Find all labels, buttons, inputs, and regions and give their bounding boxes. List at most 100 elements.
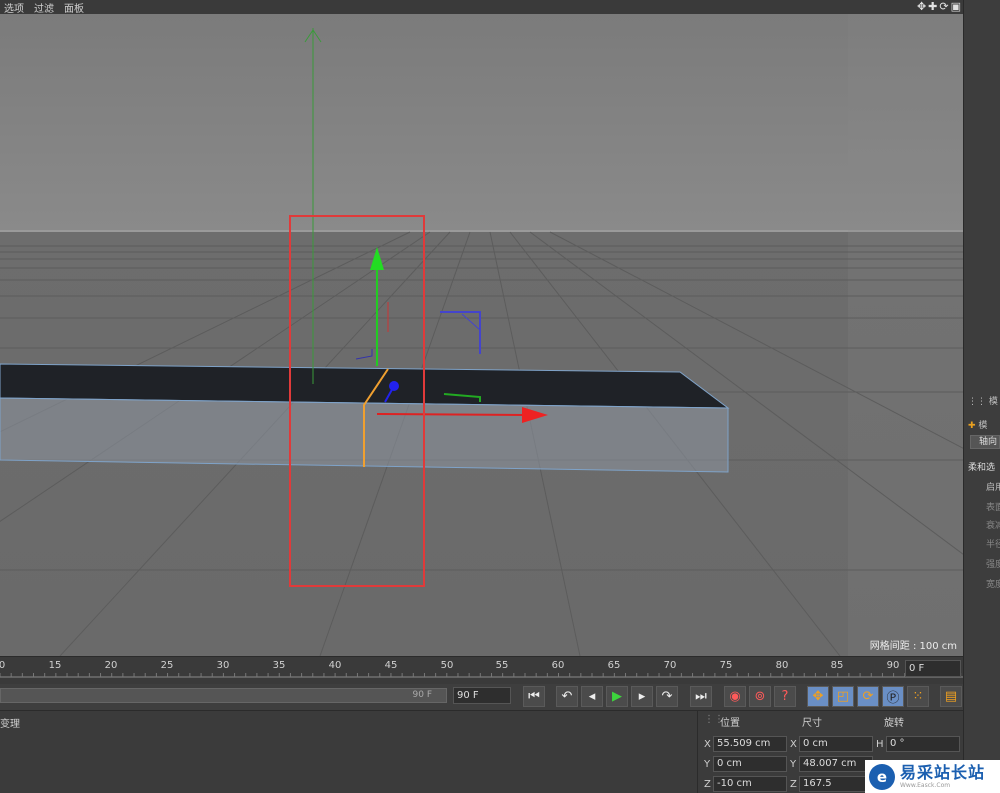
position-y-field[interactable]: 0 cm (713, 756, 787, 772)
3d-viewport[interactable]: 网格间距 : 100 cm (0, 14, 963, 656)
timeline-ticks (0, 673, 963, 678)
current-frame-field[interactable]: 0 F (905, 660, 961, 677)
rotation-key-button[interactable]: ⟳ (857, 686, 879, 707)
viewport-sky (0, 14, 963, 232)
viewport-menubar: 选项 过滤 面板 ✥ ✚ ⟳ ▣ (0, 0, 963, 15)
falloff-label: 衰减 (986, 521, 1000, 531)
viewport-scene (0, 14, 963, 656)
tick-40: 40 (328, 660, 342, 671)
points-icon: ⁙ (912, 689, 924, 704)
panel-mode-item[interactable]: ✚ 模 (968, 418, 1000, 431)
tick-65: 65 (607, 660, 621, 671)
enable-label: 启用 (986, 483, 1000, 493)
tick-20: 20 (104, 660, 118, 671)
autokey-icon: ⊚ (754, 689, 766, 704)
timeline-ruler[interactable]: 0 15 20 25 30 35 40 45 50 55 60 65 70 75… (0, 656, 963, 684)
keyframe-selection-button[interactable]: ? (774, 686, 796, 707)
position-z-field[interactable]: -10 cm (713, 776, 787, 792)
viewport-right-shade (848, 14, 963, 656)
pos-x-label: X (704, 739, 711, 750)
rotation-h-field[interactable]: 0 ° (886, 736, 960, 752)
menu-options[interactable]: 选项 (4, 0, 24, 15)
tick-50: 50 (440, 660, 454, 671)
watermark-logo-icon: e (869, 763, 895, 790)
tick-35: 35 (272, 660, 286, 671)
position-header: 位置 (720, 718, 740, 729)
next-frame-icon: ▸ (638, 689, 646, 704)
rotate-icon: ⟳ (862, 689, 874, 704)
point-level-button[interactable]: ⁙ (907, 686, 929, 707)
soft-selection-tab[interactable]: 柔和选 (968, 460, 1000, 473)
scale-icon: ◰ (836, 689, 850, 704)
tick-25: 25 (160, 660, 174, 671)
tick-30: 30 (216, 660, 230, 671)
end-frame-field[interactable]: 90 F (453, 687, 511, 704)
tick-0: 0 (0, 660, 6, 671)
go-to-start-icon: ⏮ (528, 689, 540, 704)
axis-button[interactable]: 轴向 (970, 435, 1000, 449)
pos-y-label: Y (704, 759, 711, 770)
strength-label: 强度 (986, 560, 1000, 570)
material-panel: 变理 (0, 710, 697, 793)
panel-grip-icon: ⋮⋮ 模 (968, 397, 998, 407)
play-button[interactable]: ▶ (606, 686, 628, 707)
position-x-field[interactable]: 55.509 cm (713, 736, 787, 752)
play-icon: ▶ (612, 689, 622, 704)
tick-75: 75 (719, 660, 733, 671)
move-view-icon[interactable]: ✥ (917, 0, 926, 13)
tick-55: 55 (495, 660, 509, 671)
tick-90: 90 (886, 660, 900, 671)
move-icon: ✥ (812, 689, 824, 704)
size-y-field[interactable]: 48.007 cm (799, 756, 873, 772)
size-x-label: X (790, 739, 797, 750)
record-keys-button[interactable]: ◉ (724, 686, 746, 707)
menu-panel[interactable]: 面板 (64, 0, 84, 15)
prev-key-button[interactable]: ↶ (556, 686, 578, 707)
size-x-field[interactable]: 0 cm (799, 736, 873, 752)
dolly-view-icon[interactable]: ✚ (928, 0, 937, 13)
next-frame-button[interactable]: ▸ (631, 686, 653, 707)
preview-range-slider[interactable]: 90 F (0, 688, 447, 703)
attribute-panel: ⋮⋮ 模 ✚ 模 轴向 柔和选 启用 表面 衰减 半径 强度 宽度 (963, 0, 1000, 793)
parameter-key-button[interactable]: Ⓟ (882, 686, 904, 707)
next-key-icon: ↷ (661, 689, 673, 704)
rotate-view-icon[interactable]: ⟳ (939, 0, 948, 13)
width-label: 宽度 (986, 580, 1000, 590)
rot-h-label: H (876, 739, 884, 750)
question-icon: ? (781, 689, 789, 704)
parameter-icon: Ⓟ (886, 691, 900, 706)
timeline-window-button[interactable]: ▤ (940, 686, 962, 707)
record-icon: ◉ (729, 689, 741, 704)
rotation-header: 旋转 (884, 718, 904, 729)
scale-key-button[interactable]: ◰ (832, 686, 854, 707)
go-to-end-button[interactable]: ⏭ (690, 686, 712, 707)
tick-15: 15 (48, 660, 62, 671)
size-y-label: Y (790, 759, 797, 770)
size-z-label: Z (790, 779, 797, 790)
viewport-nav-icons: ✥ ✚ ⟳ ▣ (917, 0, 961, 13)
site-watermark: e 易采站长站 Www.Easck.Com (865, 760, 1000, 793)
watermark-url: Www.Easck.Com (900, 782, 951, 789)
gizmo-x-axis (376, 413, 526, 416)
tick-45: 45 (384, 660, 398, 671)
material-tab-label[interactable]: 变理 (0, 715, 20, 730)
film-icon: ▤ (944, 689, 958, 704)
transport-bar: 90 F 90 F ⏮ ↶ ◂ ▶ ▸ ↷ ⏭ ◉ ⊚ ? ✥ ◰ ⟳ Ⓟ ⁙ … (0, 684, 963, 710)
size-header: 尺寸 (802, 718, 822, 729)
surface-label: 表面 (986, 503, 1000, 513)
position-key-button[interactable]: ✥ (807, 686, 829, 707)
tick-60: 60 (551, 660, 565, 671)
tick-80: 80 (775, 660, 789, 671)
maximize-view-icon[interactable]: ▣ (951, 0, 961, 13)
grid-spacing-label: 网格间距 : 100 cm (869, 641, 957, 652)
next-key-button[interactable]: ↷ (656, 686, 678, 707)
go-to-start-button[interactable]: ⏮ (523, 686, 545, 707)
size-z-field[interactable]: 167.5 (799, 776, 873, 792)
go-to-end-icon: ⏭ (695, 689, 707, 704)
watermark-brand: 易采站长站 (900, 763, 986, 782)
autokey-button[interactable]: ⊚ (749, 686, 771, 707)
tick-85: 85 (830, 660, 844, 671)
prev-frame-button[interactable]: ◂ (581, 686, 603, 707)
menu-filter[interactable]: 过滤 (34, 0, 54, 15)
radius-label: 半径 (986, 540, 1000, 550)
